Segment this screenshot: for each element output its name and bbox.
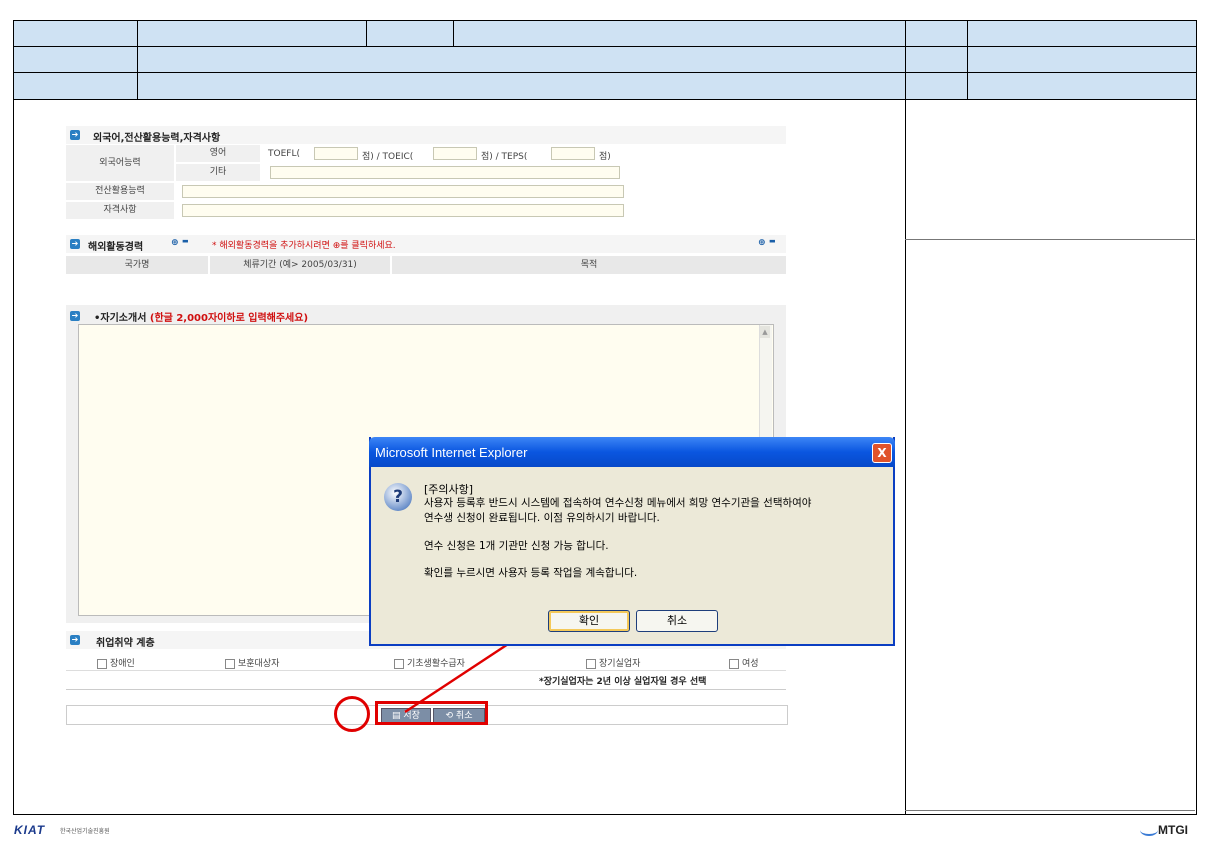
dialog-line-2: 사용자 등록후 반드시 시스템에 접속하여 연수신청 메뉴에서 희망 연수기관을… <box>424 497 812 509</box>
mtgi-logo-swoosh <box>1140 824 1158 836</box>
dialog-line-3: 연수생 신청이 완료됩니다. 이점 유의하시기 바랍니다. <box>424 512 660 524</box>
kiat-logo: KIAT <box>14 823 46 837</box>
mtgi-logo: MTGI <box>1158 823 1188 837</box>
dialog-ok-button[interactable]: 확인 <box>548 610 630 632</box>
annotation-arrow <box>404 618 547 714</box>
dialog-cancel-button[interactable]: 취소 <box>636 610 718 632</box>
dialog-close-button[interactable]: X <box>872 443 892 463</box>
dialog-title: Microsoft Internet Explorer <box>375 445 528 460</box>
close-icon: X <box>877 446 887 460</box>
question-glyph: ? <box>393 487 403 507</box>
kiat-subtitle: 한국산업기술진흥원 <box>60 828 110 835</box>
question-icon: ? <box>384 483 412 511</box>
dialog-line-4: 연수 신청은 1개 기관만 신청 가능 합니다. <box>424 540 609 552</box>
dialog-line-5: 확인를 누르시면 사용자 등록 작업을 계속합니다. <box>424 567 638 579</box>
